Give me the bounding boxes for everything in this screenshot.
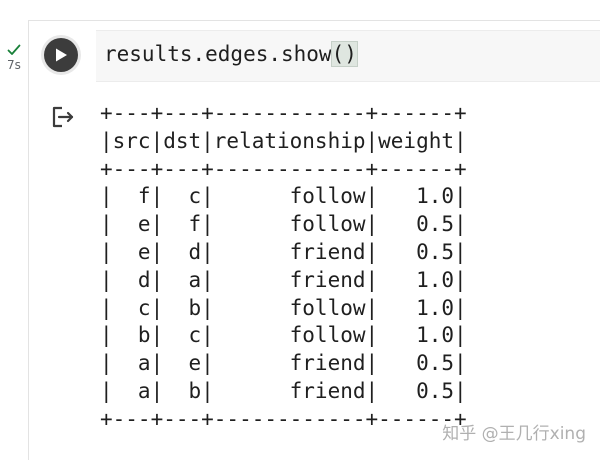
code-line: results.edges.show() (104, 41, 358, 67)
output-line: +---+---+------------+------+ (100, 156, 467, 181)
output-line: | e| f| follow| 0.5| (100, 212, 467, 237)
run-cell-button[interactable] (44, 38, 78, 72)
output-line: | d| a| friend| 1.0| (100, 267, 467, 292)
execution-status: 7s (2, 42, 26, 72)
code-editor[interactable]: results.edges.show() (96, 30, 600, 82)
play-icon (56, 48, 67, 62)
output-line: | f| c| follow| 1.0| (100, 184, 467, 209)
execution-time: 7s (7, 58, 21, 72)
output-redirect-icon[interactable] (50, 104, 76, 130)
output-line: | b| c| follow| 1.0| (100, 323, 467, 348)
notebook-page: 7s results.edges.show() +---+---+-------… (0, 0, 600, 460)
output-table: +---+---+------------+------+ |src|dst|r… (100, 100, 467, 434)
output-line: |src|dst|relationship|weight| (100, 128, 467, 153)
output-line: | a| b| friend| 0.5| (100, 378, 467, 403)
output-line: +---+---+------------+------+ (100, 406, 467, 431)
code-text: results.edges.show (104, 42, 332, 66)
check-icon (7, 44, 21, 55)
output-line: | c| b| follow| 1.0| (100, 295, 467, 320)
output-line: +---+---+------------+------+ (100, 101, 467, 125)
watermark: 知乎 @王几行xing (442, 424, 586, 444)
output-line: | e| d| friend| 0.5| (100, 239, 467, 264)
output-line: | a| e| friend| 0.5| (100, 351, 467, 376)
code-parens: () (330, 41, 358, 67)
